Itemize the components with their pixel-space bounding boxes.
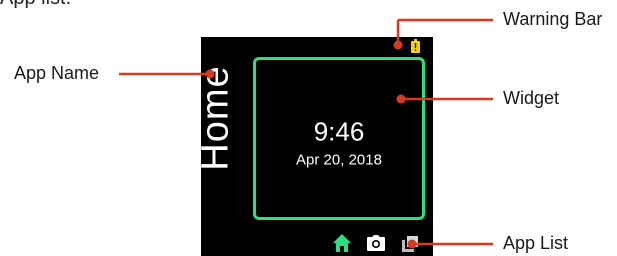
label-warning-bar: Warning Bar: [503, 9, 603, 29]
diagram: App list. Home 9:46 Apr 20, 2018: [0, 0, 617, 256]
leader-lines: [119, 18, 493, 249]
label-widget: Widget: [503, 88, 560, 108]
label-app-list: App List: [503, 233, 569, 253]
label-app-name: App Name: [14, 63, 100, 83]
